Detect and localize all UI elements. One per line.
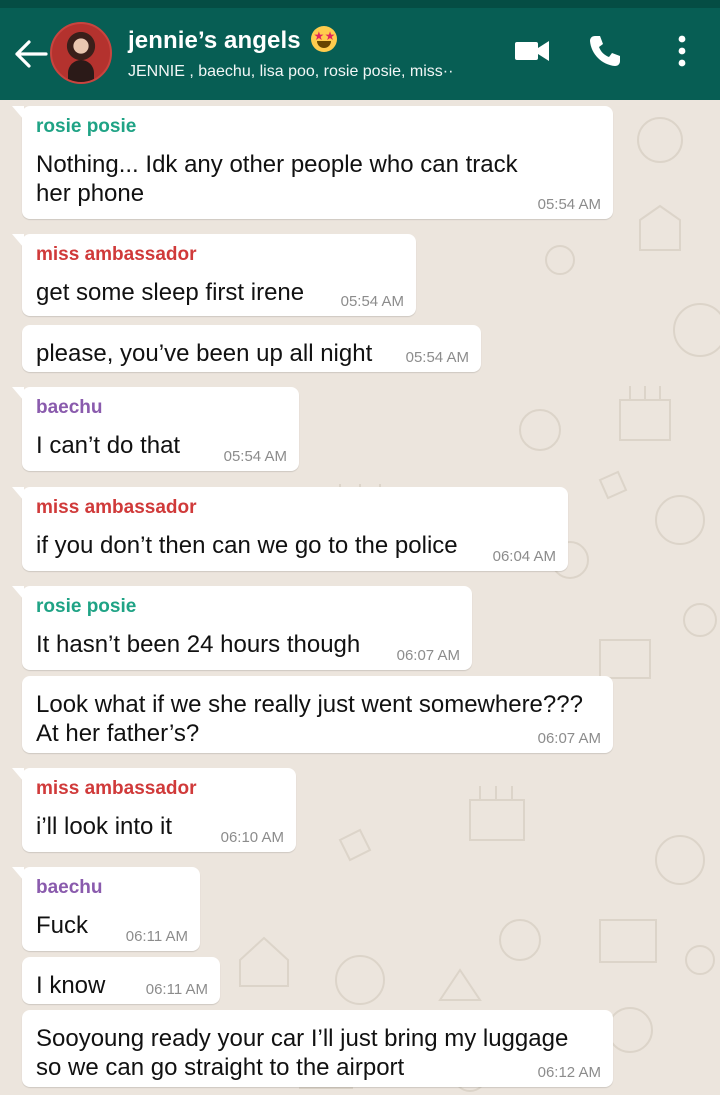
message-sender[interactable]: rosie posie bbox=[36, 116, 136, 138]
group-title-text: jennie’s angels bbox=[128, 27, 301, 54]
message-sender[interactable]: baechu bbox=[36, 877, 103, 899]
message-timestamp: 05:54 AM bbox=[537, 196, 601, 213]
message-text: i’ll look into it bbox=[36, 813, 173, 840]
message-bubble[interactable]: I know 06:11 AM bbox=[22, 957, 220, 1004]
message-text: At her father’s? bbox=[36, 720, 200, 747]
message-timestamp: 06:07 AM bbox=[396, 647, 460, 664]
message-bubble[interactable]: baechu I can’t do that 05:54 AM bbox=[12, 387, 299, 471]
message-timestamp: 06:11 AM bbox=[145, 981, 208, 998]
message-timestamp: 05:54 AM bbox=[223, 448, 287, 465]
message-sender[interactable]: miss ambassador bbox=[36, 244, 197, 266]
message-bubble[interactable]: rosie posie It hasn’t been 24 hours thoug… bbox=[12, 586, 472, 670]
message-sender[interactable]: miss ambassador bbox=[36, 778, 197, 800]
message-text: so we can go straight to the airport bbox=[36, 1054, 405, 1081]
message-sender[interactable]: miss ambassador bbox=[36, 497, 197, 519]
message-text: Fuck bbox=[36, 912, 89, 939]
message-text: her phone bbox=[36, 180, 145, 207]
back-arrow-icon[interactable] bbox=[14, 40, 48, 68]
message-list[interactable]: rosie posie Nothing... Idk any other peop… bbox=[0, 100, 720, 1095]
group-title[interactable]: jennie’s angels ★ ★ bbox=[128, 26, 338, 55]
message-text: I can’t do that bbox=[36, 432, 181, 459]
message-text: It hasn’t been 24 hours though bbox=[36, 631, 361, 658]
message-text: Look what if we she really just went som… bbox=[36, 691, 583, 718]
message-text: get some sleep first irene bbox=[36, 279, 305, 306]
message-timestamp: 06:07 AM bbox=[537, 730, 601, 747]
message-timestamp: 06:12 AM bbox=[537, 1064, 601, 1081]
message-timestamp: 06:11 AM bbox=[125, 928, 188, 945]
message-text: if you don’t then can we go to the polic… bbox=[36, 532, 458, 559]
phone-icon[interactable] bbox=[588, 34, 622, 68]
group-members[interactable]: JENNIE , baechu, lisa poo, rosie posie, … bbox=[128, 63, 473, 81]
group-avatar[interactable] bbox=[50, 22, 112, 84]
message-bubble[interactable]: rosie posie Nothing... Idk any other peop… bbox=[12, 106, 613, 219]
message-bubble[interactable]: baechu Fuck 06:11 AM bbox=[12, 867, 200, 951]
message-text: Nothing... Idk any other people who can … bbox=[36, 151, 518, 178]
message-bubble[interactable]: please, you’ve been up all night 05:54 AM bbox=[22, 325, 481, 372]
chat-header: jennie’s angels ★ ★ JENNIE , baechu, lisa… bbox=[0, 8, 720, 100]
status-bar bbox=[0, 0, 720, 8]
message-text: please, you’ve been up all night bbox=[36, 340, 373, 367]
message-bubble[interactable]: miss ambassador i’ll look into it 06:10 AM bbox=[12, 768, 296, 852]
message-timestamp: 05:54 AM bbox=[405, 349, 469, 366]
message-bubble[interactable]: Sooyoung ready your car I’ll just bring … bbox=[22, 1010, 613, 1087]
message-sender[interactable]: rosie posie bbox=[36, 596, 136, 618]
message-timestamp: 06:10 AM bbox=[220, 829, 284, 846]
more-options-icon[interactable] bbox=[670, 34, 694, 68]
message-bubble[interactable]: miss ambassador if you don’t then can we … bbox=[12, 487, 568, 571]
star-struck-emoji-icon: ★ ★ bbox=[311, 26, 338, 52]
video-call-icon[interactable] bbox=[514, 36, 550, 66]
message-sender[interactable]: baechu bbox=[36, 397, 103, 419]
message-timestamp: 06:04 AM bbox=[492, 548, 556, 565]
message-bubble[interactable]: miss ambassador get some sleep first iren… bbox=[12, 234, 416, 316]
message-text: I know bbox=[36, 972, 106, 999]
message-timestamp: 05:54 AM bbox=[340, 293, 404, 310]
message-bubble[interactable]: Look what if we she really just went som… bbox=[22, 676, 613, 753]
message-text: Sooyoung ready your car I’ll just bring … bbox=[36, 1025, 569, 1052]
